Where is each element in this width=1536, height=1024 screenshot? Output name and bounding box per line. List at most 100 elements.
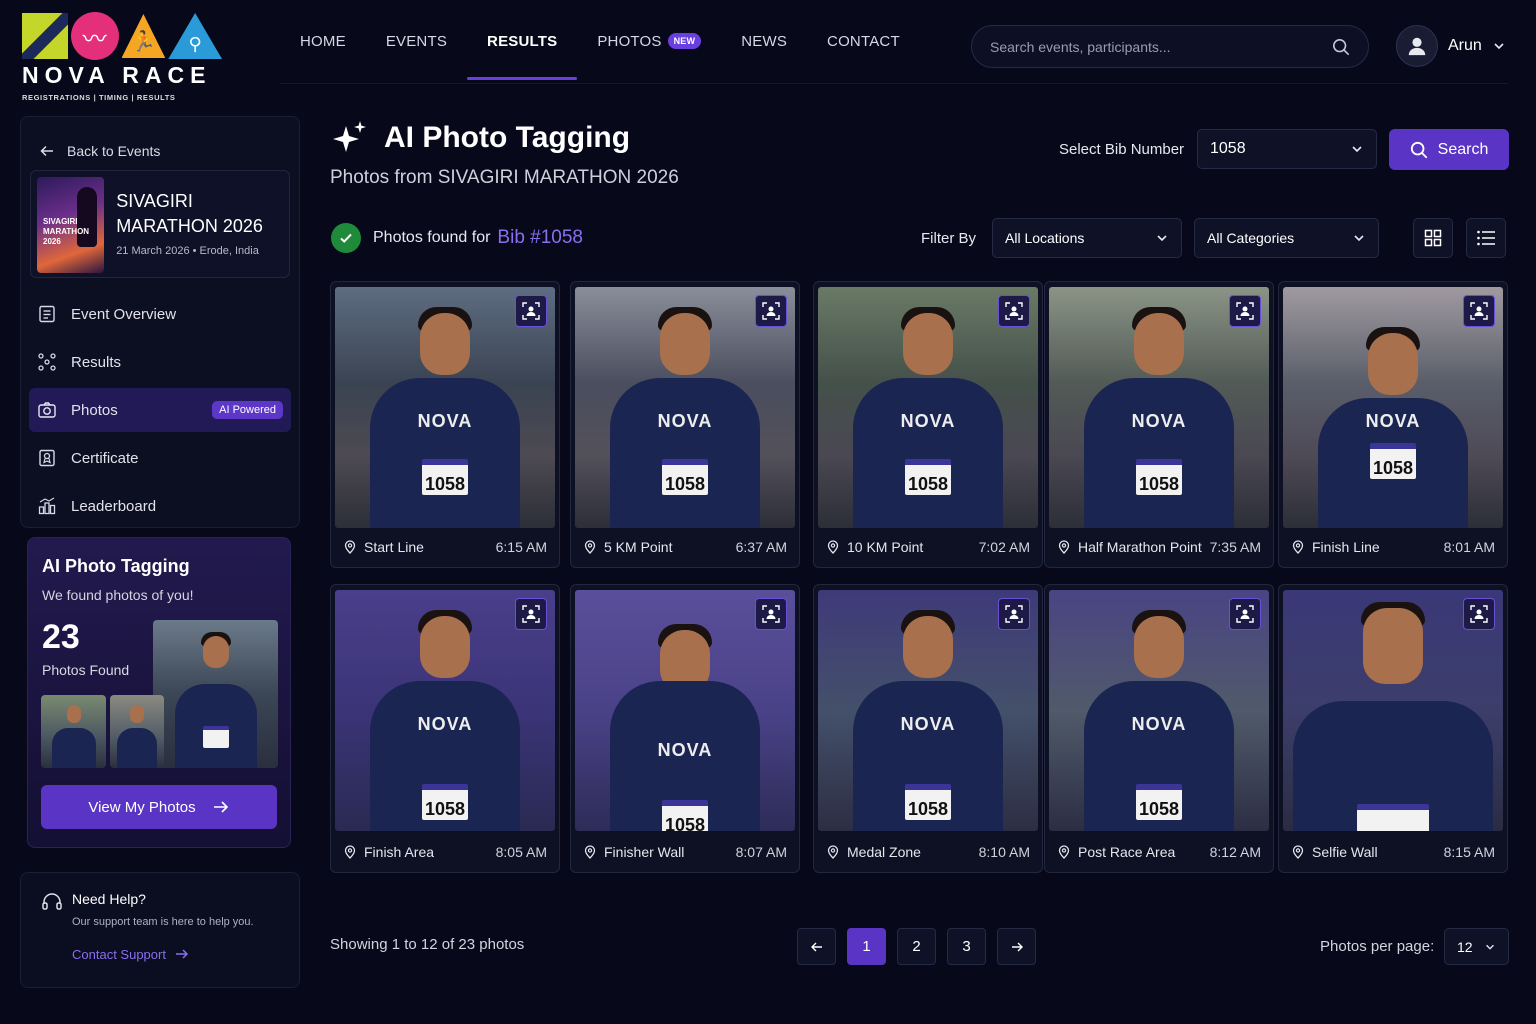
photo-image[interactable] [1283, 590, 1503, 831]
sidebar-item-photos[interactable]: Photos AI Powered [29, 388, 291, 432]
photo-image[interactable]: NOVA 1058 [1049, 287, 1269, 528]
sidebar-item-results[interactable]: Results [29, 340, 291, 384]
photo-image[interactable]: NOVA 1058 [1283, 287, 1503, 528]
search-icon[interactable] [1332, 38, 1350, 56]
photo-time: 8:12 AM [1209, 843, 1261, 860]
help-title: Need Help? [72, 891, 146, 907]
chevron-down-icon[interactable] [1492, 39, 1506, 53]
shirt-text: NOVA [900, 714, 956, 734]
user-menu[interactable]: Arun [1396, 25, 1506, 67]
location-filter-select[interactable]: All Locations [992, 218, 1182, 258]
sidebar-item-event-overview[interactable]: Event Overview [29, 292, 291, 336]
pagination: 1 2 3 [797, 928, 1036, 965]
bib-number-value: 1058 [1210, 140, 1246, 157]
main-nav: HOME EVENTS RESULTS PHOTOS NEW NEWS CONTA… [280, 0, 920, 82]
photo-location: Finisher Wall [604, 843, 685, 860]
photo-image[interactable]: NOVA 1058 [575, 590, 795, 831]
search-button[interactable]: Search [1389, 129, 1509, 170]
promo-photo-small-1[interactable] [41, 695, 106, 768]
photo-card[interactable]: NOVA 1058 Post Race Area 8:12 AM [1044, 584, 1274, 873]
brand-logo[interactable]: 〰 🏃 ⚲ NOVA RACE REGISTRATIONS | TIMING |… [22, 12, 222, 102]
grid-view-button[interactable] [1413, 218, 1453, 258]
photo-image[interactable]: NOVA 1058 [335, 287, 555, 528]
search-input[interactable] [990, 38, 1332, 55]
bib-select-label: Select Bib Number [1059, 141, 1185, 158]
photo-time: 8:01 AM [1443, 538, 1495, 555]
user-name: Arun [1448, 37, 1482, 54]
nav-contact[interactable]: CONTACT [807, 0, 920, 82]
nav-photos-label: PHOTOS [597, 32, 662, 50]
bib-tag: 1058 [905, 784, 951, 820]
photo-caption: Finish Area 8:05 AM [331, 831, 559, 872]
face-tag-icon[interactable] [998, 598, 1030, 630]
photo-image[interactable]: NOVA 1058 [575, 287, 795, 528]
view-my-photos-button[interactable]: View My Photos [41, 785, 277, 829]
face-tag-icon[interactable] [1463, 598, 1495, 630]
certificate-icon [39, 449, 55, 467]
face-tag-icon[interactable] [515, 598, 547, 630]
category-filter-select[interactable]: All Categories [1194, 218, 1379, 258]
face-tag-icon[interactable] [998, 295, 1030, 327]
photo-image[interactable]: NOVA 1058 [818, 287, 1038, 528]
back-to-events-link[interactable]: Back to Events [21, 117, 299, 167]
bib-tag: 1058 [905, 459, 951, 495]
photo-card[interactable]: NOVA 1058 Start Line 6:15 AM [330, 281, 560, 568]
face-tag-icon[interactable] [755, 598, 787, 630]
contact-support-link[interactable]: Contact Support [72, 946, 279, 962]
photo-image[interactable]: NOVA 1058 [1049, 590, 1269, 831]
photo-caption: Selfie Wall 8:15 AM [1279, 831, 1507, 872]
photo-card[interactable]: NOVA 1058 Half Marathon Point 7:35 AM [1044, 281, 1274, 568]
list-view-button[interactable] [1466, 218, 1506, 258]
photo-card[interactable]: NOVA 1058 Finisher Wall 8:07 AM [570, 584, 800, 873]
bib-number-select[interactable]: 1058 [1197, 129, 1377, 169]
photo-card[interactable]: NOVA 1058 Finish Line 8:01 AM [1278, 281, 1508, 568]
page-2-button[interactable]: 2 [897, 928, 936, 965]
page-3-button[interactable]: 3 [947, 928, 986, 965]
photo-image[interactable]: NOVA 1058 [818, 590, 1038, 831]
photo-card[interactable]: NOVA 1058 Finish Area 8:05 AM [330, 584, 560, 873]
prev-page-button[interactable] [797, 928, 836, 965]
photo-card[interactable]: NOVA 1058 5 KM Point 6:37 AM [570, 281, 800, 568]
promo-subtitle: We found photos of you! [42, 587, 194, 603]
event-card[interactable]: SIVAGIRI MARATHON 2026 SIVAGIRI MARATHON… [30, 170, 290, 278]
face-tag-icon[interactable] [1463, 295, 1495, 327]
location-pin-icon [1292, 539, 1304, 554]
sidebar-item-leaderboard[interactable]: Leaderboard [29, 484, 291, 528]
nav-events[interactable]: EVENTS [366, 0, 467, 82]
sidebar-item-certificate[interactable]: Certificate [29, 436, 291, 480]
photo-card[interactable]: Selfie Wall 8:15 AM [1278, 584, 1508, 873]
brand-tagline: REGISTRATIONS | TIMING | RESULTS [22, 93, 176, 102]
face-tag-icon[interactable] [1229, 598, 1261, 630]
face-tag-icon[interactable] [515, 295, 547, 327]
nav-news[interactable]: NEWS [721, 0, 807, 82]
nav-results[interactable]: RESULTS [467, 0, 578, 82]
page-1-button[interactable]: 1 [847, 928, 886, 965]
event-thumbnail: SIVAGIRI MARATHON 2026 [37, 177, 105, 273]
grid-icon [1424, 229, 1442, 247]
photo-caption: 5 KM Point 6:37 AM [571, 526, 799, 567]
photo-time: 8:07 AM [735, 843, 787, 860]
per-page-select[interactable]: 12 [1444, 928, 1509, 965]
face-tag-icon[interactable] [1229, 295, 1261, 327]
shirt-text: NOVA [1131, 714, 1187, 734]
location-pin-icon [344, 539, 356, 554]
promo-photo-small-2[interactable] [110, 695, 164, 768]
arrow-left-icon [810, 942, 822, 951]
photo-time: 8:10 AM [978, 843, 1030, 860]
photo-image[interactable]: NOVA 1058 [335, 590, 555, 831]
leaderboard-icon [38, 497, 56, 515]
sidebar-item-label: Event Overview [71, 305, 177, 323]
photo-time: 6:37 AM [735, 538, 787, 555]
search-icon [1410, 141, 1427, 158]
photos-found-count: 23 [42, 618, 80, 656]
photo-card[interactable]: NOVA 1058 10 KM Point 7:02 AM [813, 281, 1043, 568]
next-page-button[interactable] [997, 928, 1036, 965]
nav-home[interactable]: HOME [280, 0, 366, 82]
promo-photo-large[interactable] [153, 620, 278, 768]
photo-card[interactable]: NOVA 1058 Medal Zone 8:10 AM [813, 584, 1043, 873]
logo-icons: 〰 🏃 ⚲ [22, 12, 222, 60]
category-filter-value: All Categories [1207, 230, 1295, 246]
avatar[interactable] [1396, 25, 1438, 67]
face-tag-icon[interactable] [755, 295, 787, 327]
nav-photos[interactable]: PHOTOS NEW [577, 0, 721, 82]
